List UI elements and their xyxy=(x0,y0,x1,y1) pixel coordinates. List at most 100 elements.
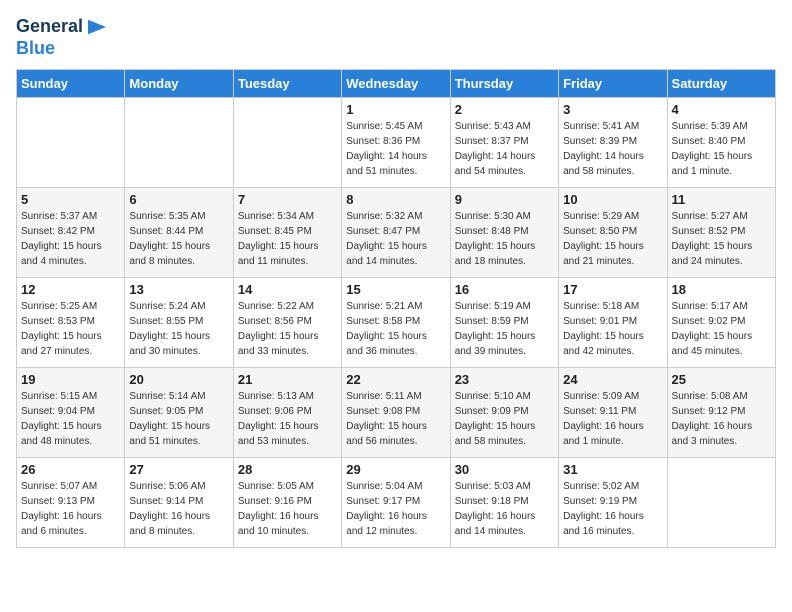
calendar-cell: 29Sunrise: 5:04 AM Sunset: 9:17 PM Dayli… xyxy=(342,458,450,548)
day-number: 9 xyxy=(455,192,554,207)
day-number: 8 xyxy=(346,192,445,207)
cell-info: Sunrise: 5:04 AM Sunset: 9:17 PM Dayligh… xyxy=(346,479,445,539)
calendar-cell: 3 Sunrise: 5:41 AM Sunset: 8:39 PM Daylig… xyxy=(559,98,667,188)
cell-info: Sunrise: 5:32 AM Sunset: 8:47 PM Dayligh… xyxy=(346,209,445,269)
day-number: 19 xyxy=(21,372,120,387)
calendar-cell: 23 Sunrise: 5:10 AM Sunset: 9:09 PM Dayli… xyxy=(450,368,558,458)
cell-info: Sunrise: 5:13 AM Sunset: 9:06 PM Dayligh… xyxy=(238,389,337,449)
calendar-cell: 5 Sunrise: 5:37 AM Sunset: 8:42 PM Daylig… xyxy=(17,188,125,278)
day-number: 25 xyxy=(672,372,771,387)
calendar-table: SundayMondayTuesdayWednesdayThursdayFrid… xyxy=(16,69,776,548)
day-number: 21 xyxy=(238,372,337,387)
calendar-cell: 6 Sunrise: 5:35 AM Sunset: 8:44 PM Daylig… xyxy=(125,188,233,278)
calendar-cell: 22 Sunrise: 5:11 AM Sunset: 9:08 PM Dayli… xyxy=(342,368,450,458)
cell-info: Sunrise: 5:21 AM Sunset: 8:58 PM Dayligh… xyxy=(346,299,445,359)
cell-info: Sunrise: 5:18 AM Sunset: 9:01 PM Dayligh… xyxy=(563,299,662,359)
cell-info: Sunrise: 5:03 AM Sunset: 9:18 PM Dayligh… xyxy=(455,479,554,539)
day-number: 6 xyxy=(129,192,228,207)
cell-info: Sunrise: 5:19 AM Sunset: 8:59 PM Dayligh… xyxy=(455,299,554,359)
day-number: 24 xyxy=(563,372,662,387)
cell-info: Sunrise: 5:41 AM Sunset: 8:39 PM Dayligh… xyxy=(563,119,662,179)
calendar-cell: 13 Sunrise: 5:24 AM Sunset: 8:55 PM Dayli… xyxy=(125,278,233,368)
cell-info: Sunrise: 5:34 AM Sunset: 8:45 PM Dayligh… xyxy=(238,209,337,269)
header-wednesday: Wednesday xyxy=(342,70,450,98)
cell-info: Sunrise: 5:11 AM Sunset: 9:08 PM Dayligh… xyxy=(346,389,445,449)
day-number: 14 xyxy=(238,282,337,297)
day-number: 11 xyxy=(672,192,771,207)
calendar-cell: 15 Sunrise: 5:21 AM Sunset: 8:58 PM Dayli… xyxy=(342,278,450,368)
cell-info: Sunrise: 5:45 AM Sunset: 8:36 PM Dayligh… xyxy=(346,119,445,179)
calendar-cell xyxy=(233,98,341,188)
cell-info: Sunrise: 5:08 AM Sunset: 9:12 PM Dayligh… xyxy=(672,389,771,449)
calendar-week-row: 1 Sunrise: 5:45 AM Sunset: 8:36 PM Daylig… xyxy=(17,98,776,188)
cell-info: Sunrise: 5:29 AM Sunset: 8:50 PM Dayligh… xyxy=(563,209,662,269)
cell-info: Sunrise: 5:24 AM Sunset: 8:55 PM Dayligh… xyxy=(129,299,228,359)
cell-info: Sunrise: 5:25 AM Sunset: 8:53 PM Dayligh… xyxy=(21,299,120,359)
cell-info: Sunrise: 5:30 AM Sunset: 8:48 PM Dayligh… xyxy=(455,209,554,269)
header-saturday: Saturday xyxy=(667,70,775,98)
calendar-cell: 25 Sunrise: 5:08 AM Sunset: 9:12 PM Dayli… xyxy=(667,368,775,458)
cell-info: Sunrise: 5:15 AM Sunset: 9:04 PM Dayligh… xyxy=(21,389,120,449)
cell-info: Sunrise: 5:02 AM Sunset: 9:19 PM Dayligh… xyxy=(563,479,662,539)
header-monday: Monday xyxy=(125,70,233,98)
calendar-week-row: 12 Sunrise: 5:25 AM Sunset: 8:53 PM Dayli… xyxy=(17,278,776,368)
day-number: 15 xyxy=(346,282,445,297)
calendar-cell: 10 Sunrise: 5:29 AM Sunset: 8:50 PM Dayli… xyxy=(559,188,667,278)
calendar-cell: 2Sunrise: 5:43 AM Sunset: 8:37 PM Daylig… xyxy=(450,98,558,188)
calendar-cell: 9 Sunrise: 5:30 AM Sunset: 8:48 PM Daylig… xyxy=(450,188,558,278)
day-number: 12 xyxy=(21,282,120,297)
day-number: 13 xyxy=(129,282,228,297)
cell-info: Sunrise: 5:09 AM Sunset: 9:11 PM Dayligh… xyxy=(563,389,662,449)
calendar-cell xyxy=(125,98,233,188)
calendar-cell: 26 Sunrise: 5:07 AM Sunset: 9:13 PM Dayli… xyxy=(17,458,125,548)
calendar-cell: 14Sunrise: 5:22 AM Sunset: 8:56 PM Dayli… xyxy=(233,278,341,368)
logo: GeneralBlue xyxy=(16,16,108,59)
day-number: 31 xyxy=(563,462,662,477)
day-number: 1 xyxy=(346,102,445,117)
day-number: 27 xyxy=(129,462,228,477)
calendar-cell xyxy=(17,98,125,188)
day-number: 4 xyxy=(672,102,771,117)
header-thursday: Thursday xyxy=(450,70,558,98)
calendar-week-row: 26 Sunrise: 5:07 AM Sunset: 9:13 PM Dayli… xyxy=(17,458,776,548)
header-friday: Friday xyxy=(559,70,667,98)
cell-info: Sunrise: 5:35 AM Sunset: 8:44 PM Dayligh… xyxy=(129,209,228,269)
cell-info: Sunrise: 5:07 AM Sunset: 9:13 PM Dayligh… xyxy=(21,479,120,539)
calendar-cell: 28 Sunrise: 5:05 AM Sunset: 9:16 PM Dayli… xyxy=(233,458,341,548)
calendar-cell: 21 Sunrise: 5:13 AM Sunset: 9:06 PM Dayli… xyxy=(233,368,341,458)
day-number: 23 xyxy=(455,372,554,387)
day-number: 10 xyxy=(563,192,662,207)
day-number: 22 xyxy=(346,372,445,387)
header-tuesday: Tuesday xyxy=(233,70,341,98)
calendar-cell: 1 Sunrise: 5:45 AM Sunset: 8:36 PM Daylig… xyxy=(342,98,450,188)
calendar-cell: 8 Sunrise: 5:32 AM Sunset: 8:47 PM Daylig… xyxy=(342,188,450,278)
cell-info: Sunrise: 5:05 AM Sunset: 9:16 PM Dayligh… xyxy=(238,479,337,539)
day-number: 30 xyxy=(455,462,554,477)
day-number: 20 xyxy=(129,372,228,387)
calendar-cell: 7 Sunrise: 5:34 AM Sunset: 8:45 PM Daylig… xyxy=(233,188,341,278)
day-number: 5 xyxy=(21,192,120,207)
calendar-week-row: 5 Sunrise: 5:37 AM Sunset: 8:42 PM Daylig… xyxy=(17,188,776,278)
cell-info: Sunrise: 5:10 AM Sunset: 9:09 PM Dayligh… xyxy=(455,389,554,449)
calendar-week-row: 19 Sunrise: 5:15 AM Sunset: 9:04 PM Dayli… xyxy=(17,368,776,458)
cell-info: Sunrise: 5:27 AM Sunset: 8:52 PM Dayligh… xyxy=(672,209,771,269)
calendar-cell: 19 Sunrise: 5:15 AM Sunset: 9:04 PM Dayli… xyxy=(17,368,125,458)
cell-info: Sunrise: 5:14 AM Sunset: 9:05 PM Dayligh… xyxy=(129,389,228,449)
cell-info: Sunrise: 5:37 AM Sunset: 8:42 PM Dayligh… xyxy=(21,209,120,269)
page-header: GeneralBlue xyxy=(16,16,776,59)
cell-info: Sunrise: 5:43 AM Sunset: 8:37 PM Dayligh… xyxy=(455,119,554,179)
calendar-cell: 24 Sunrise: 5:09 AM Sunset: 9:11 PM Dayli… xyxy=(559,368,667,458)
day-number: 3 xyxy=(563,102,662,117)
calendar-cell: 12 Sunrise: 5:25 AM Sunset: 8:53 PM Dayli… xyxy=(17,278,125,368)
day-number: 7 xyxy=(238,192,337,207)
cell-info: Sunrise: 5:06 AM Sunset: 9:14 PM Dayligh… xyxy=(129,479,228,539)
calendar-cell: 30 Sunrise: 5:03 AM Sunset: 9:18 PM Dayli… xyxy=(450,458,558,548)
calendar-cell: 18Sunrise: 5:17 AM Sunset: 9:02 PM Dayli… xyxy=(667,278,775,368)
day-number: 28 xyxy=(238,462,337,477)
day-number: 18 xyxy=(672,282,771,297)
calendar-cell: 11 Sunrise: 5:27 AM Sunset: 8:52 PM Dayli… xyxy=(667,188,775,278)
calendar-cell xyxy=(667,458,775,548)
day-number: 16 xyxy=(455,282,554,297)
day-number: 26 xyxy=(21,462,120,477)
calendar-cell: 20 Sunrise: 5:14 AM Sunset: 9:05 PM Dayli… xyxy=(125,368,233,458)
